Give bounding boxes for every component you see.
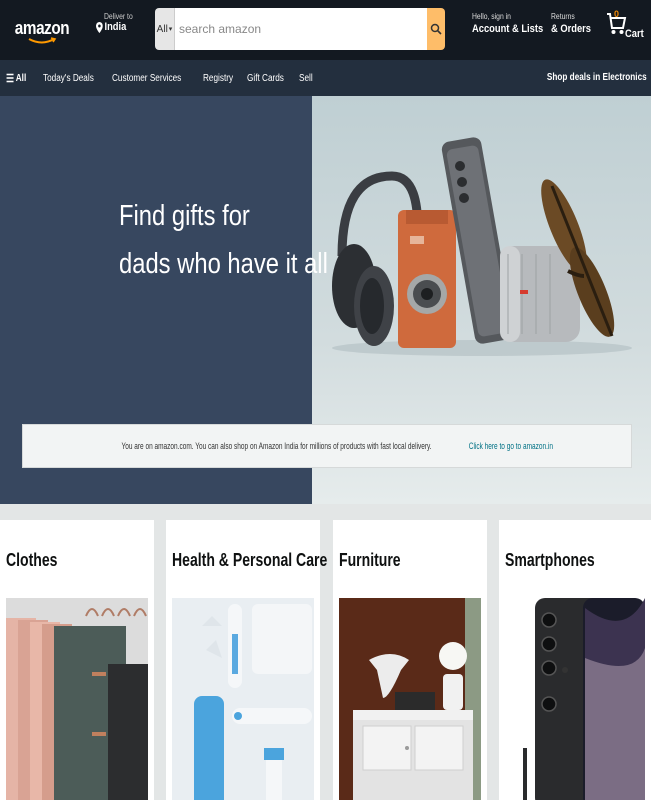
account-greeting: Hello, sign in xyxy=(472,12,511,21)
nav-customer-service[interactable]: Customer Services xyxy=(112,73,181,84)
location-pin-icon xyxy=(96,21,103,33)
cart-button[interactable]: 0 Cart xyxy=(605,8,645,48)
search-category-dropdown[interactable]: All ▾ xyxy=(155,8,175,50)
search-input[interactable] xyxy=(175,8,427,50)
category-card-health-personal-care[interactable]: Health & Personal Care xyxy=(166,520,327,800)
amazon-in-link[interactable]: Click here to go to amazon.in xyxy=(468,441,552,451)
logo-text: amazon xyxy=(14,17,70,38)
card-title: Clothes xyxy=(6,550,58,570)
region-notice-text: You are on amazon.com. You can also shop… xyxy=(121,441,432,451)
all-menu-button[interactable]: ☰ All xyxy=(6,72,26,85)
health-care-image xyxy=(172,598,314,800)
category-card-furniture[interactable]: Furniture xyxy=(333,520,487,800)
chevron-down-icon: ▾ xyxy=(168,26,173,33)
card-title: Health & Personal Care xyxy=(172,550,328,570)
returns-label: Returns xyxy=(551,12,575,21)
furniture-image xyxy=(339,598,481,800)
search-icon xyxy=(430,23,442,35)
cart-label: Cart xyxy=(625,28,644,40)
top-navbar: amazon Deliver to India All ▾ search ama… xyxy=(0,0,651,60)
account-lists[interactable]: Hello, sign in Account & Lists xyxy=(472,12,556,35)
region-notice: You are on amazon.com. You can also shop… xyxy=(22,424,632,468)
search-bar: All ▾ xyxy=(155,8,445,50)
smartphones-image xyxy=(505,598,647,800)
hero-headline: Find gifts for dads who have it all xyxy=(119,192,328,288)
all-menu-label: All xyxy=(15,72,27,84)
nav-shop-electronics[interactable]: Shop deals in Electronics xyxy=(547,72,647,83)
clothes-image xyxy=(6,598,148,800)
nav-gift-cards[interactable]: Gift Cards xyxy=(247,73,284,84)
orders-label: & Orders xyxy=(551,23,592,35)
account-label: Account & Lists xyxy=(472,23,544,35)
amazon-logo[interactable]: amazon xyxy=(14,8,70,54)
hero-products-image xyxy=(332,137,632,356)
camera-image xyxy=(398,210,456,348)
search-button[interactable] xyxy=(427,8,445,50)
search-category-label: All xyxy=(156,23,168,35)
category-card-clothes[interactable]: Clothes xyxy=(0,520,154,800)
nav-sell[interactable]: Sell xyxy=(299,73,313,84)
hamburger-icon: ☰ xyxy=(6,72,15,85)
nav-todays-deals[interactable]: Today's Deals xyxy=(43,73,94,84)
card-title: Smartphones xyxy=(505,550,595,570)
deliver-location: India xyxy=(104,21,127,33)
nav-registry[interactable]: Registry xyxy=(203,73,233,84)
deliver-label: Deliver to xyxy=(104,12,133,21)
category-card-smartphones[interactable]: Smartphones xyxy=(499,520,651,800)
hero-headline-line2: dads who have it all xyxy=(119,248,328,280)
hero-headline-line1: Find gifts for xyxy=(119,200,250,232)
deliver-to[interactable]: Deliver to India xyxy=(96,12,152,33)
returns-orders[interactable]: Returns & Orders xyxy=(551,12,598,35)
hero-banner[interactable]: Find gifts for dads who have it all You … xyxy=(0,96,651,504)
secondary-navbar: ☰ All Today's Deals Customer Services Re… xyxy=(0,60,651,96)
cart-count: 0 xyxy=(614,9,620,19)
card-title: Furniture xyxy=(339,550,401,570)
